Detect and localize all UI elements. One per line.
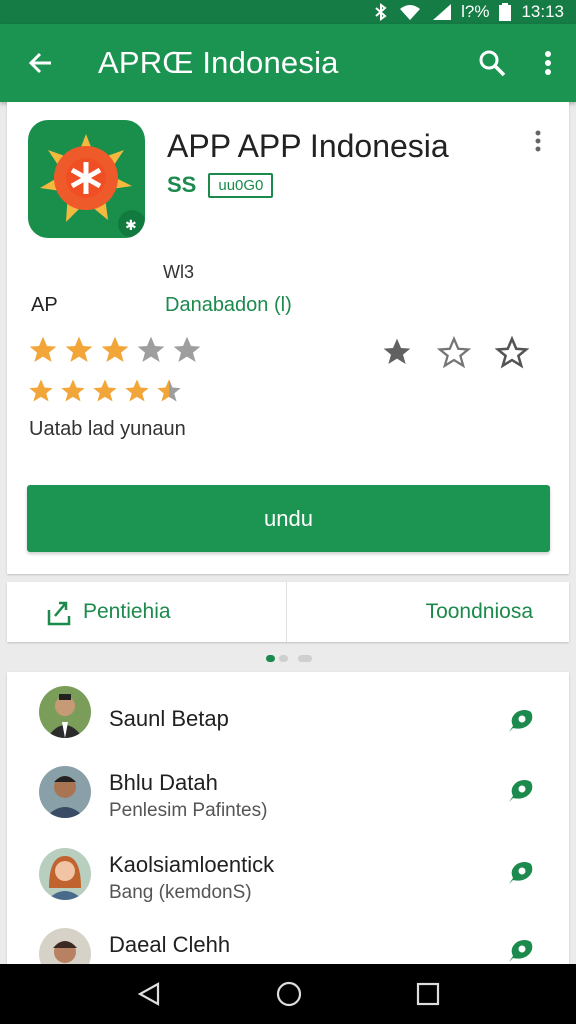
app-name: APP APP Indonesia: [167, 128, 449, 164]
star-empty-icon: [173, 336, 201, 362]
people-list: Saunl Betap Bhlu Datah Penlesim Pafintes…: [7, 672, 569, 964]
star-filled-icon: [29, 336, 57, 362]
avatar: [39, 848, 91, 900]
star-filled-icon: [29, 379, 53, 402]
more-options-button[interactable]: [520, 24, 576, 102]
list-item[interactable]: Bhlu Datah Penlesim Pafintes): [7, 756, 569, 836]
secondary-action-button[interactable]: Toondniosa: [287, 582, 569, 642]
star-half-icon: [157, 379, 181, 402]
follow-button[interactable]: [505, 706, 535, 741]
person-name: Daeal Clehh: [109, 932, 231, 957]
carousel-indicator: [266, 655, 312, 662]
nav-recents-icon[interactable]: [416, 982, 440, 1006]
chat-leaf-icon: [509, 940, 533, 962]
content-rating-badge: uu0G0: [208, 172, 274, 198]
follow-button[interactable]: [505, 858, 535, 893]
list-item[interactable]: Saunl Betap: [7, 676, 569, 756]
back-arrow-icon: [28, 52, 51, 74]
chat-leaf-icon: [509, 710, 533, 732]
card-more-button[interactable]: [535, 130, 541, 157]
star-empty-icon: [137, 336, 165, 362]
person-subtitle: Penlesim Pafintes): [109, 800, 268, 821]
avatar: [39, 766, 91, 818]
carousel-dot: [279, 655, 288, 662]
battery-icon: [499, 3, 512, 21]
wifi-icon: [399, 4, 421, 20]
share-icon: [47, 601, 71, 626]
meta-left-label: AP: [31, 294, 58, 316]
star-outline-icon[interactable]: [437, 336, 471, 370]
search-button[interactable]: [464, 24, 520, 102]
follow-button[interactable]: [505, 776, 535, 811]
search-icon: [479, 50, 506, 77]
chat-leaf-icon: [509, 862, 533, 884]
rating-stars: [27, 334, 203, 366]
battery-percent: l?%: [461, 2, 490, 21]
star-filled-icon: [93, 379, 117, 402]
more-vert-icon: [535, 130, 541, 152]
developer-row: SS uu0G0: [167, 172, 274, 198]
clock: 13:13: [521, 2, 564, 21]
avatar: [39, 928, 91, 964]
person-name: Kaolsiamloentick: [109, 852, 275, 877]
carousel-dot: [298, 655, 312, 662]
star-filled-icon: [61, 379, 85, 402]
follow-button[interactable]: [505, 936, 535, 964]
avatar: [39, 686, 91, 738]
list-item[interactable]: Daeal Clehh: [7, 920, 569, 964]
nav-back-icon[interactable]: [136, 981, 162, 1007]
star-filled-icon[interactable]: [381, 336, 413, 368]
downloads-label: Danabadon (l): [165, 294, 292, 316]
developer-mark: SS: [167, 172, 197, 197]
nav-home-icon[interactable]: [275, 980, 303, 1008]
star-filled-icon: [101, 336, 129, 362]
list-item[interactable]: Kaolsiamloentick Bang (kemdonS): [7, 838, 569, 918]
rate-stars: [381, 336, 529, 370]
star-filled-icon: [65, 336, 93, 362]
action-card: Pentiehia Toondniosa: [7, 582, 569, 642]
rating-stars-secondary: [27, 377, 183, 405]
share-label: Pentiehia: [83, 600, 171, 623]
person-subtitle: Bang (kemdonS): [109, 882, 252, 903]
signal-icon: [431, 4, 452, 20]
chat-leaf-icon: [509, 780, 533, 802]
carousel-dot: [266, 655, 275, 662]
system-nav-bar: [0, 964, 576, 1024]
person-name: Bhlu Datah: [109, 770, 218, 795]
page-title: APRŒ Indonesia: [98, 45, 339, 80]
app-header-card: ✱ APP APP Indonesia SS uu0G0 Wl3 AP Dana…: [7, 102, 569, 574]
meta-label: Wl3: [163, 262, 194, 282]
star-filled-icon: [125, 379, 149, 402]
install-button[interactable]: undu: [27, 485, 550, 552]
share-button[interactable]: Pentiehia: [7, 582, 287, 642]
more-vert-icon: [545, 51, 551, 75]
person-name: Saunl Betap: [109, 706, 229, 731]
app-icon: ✱: [28, 120, 145, 238]
bluetooth-icon: [373, 3, 389, 21]
star-outline-icon[interactable]: [495, 336, 529, 370]
back-button[interactable]: [0, 24, 80, 102]
svg-text:✱: ✱: [125, 218, 137, 234]
status-bar: l?% 13:13: [0, 0, 576, 24]
app-bar: APRŒ Indonesia: [0, 24, 576, 102]
rating-caption: Uatab lad yunaun: [29, 418, 186, 440]
